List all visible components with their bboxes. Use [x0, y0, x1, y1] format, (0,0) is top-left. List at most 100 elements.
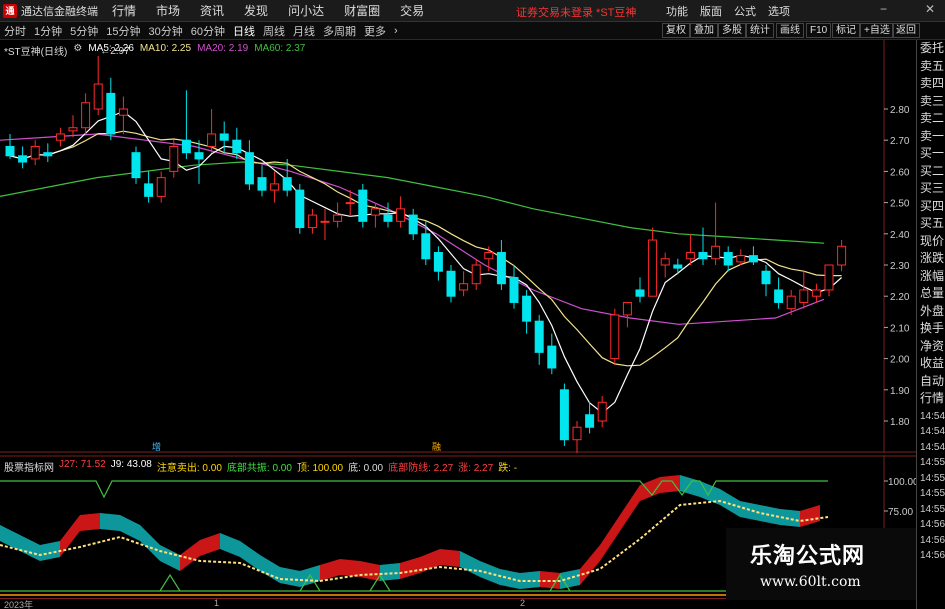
mark-button[interactable]: 标记 [832, 23, 860, 38]
right-tab-6[interactable]: 买一 [917, 145, 945, 163]
menu-discover[interactable]: 发现 [244, 2, 268, 19]
j-block-down [160, 545, 180, 571]
login-status[interactable]: 证券交易未登录 *ST豆神 [516, 4, 636, 20]
candle-up [786, 295, 796, 310]
period-5min[interactable]: 5分钟 [66, 23, 102, 39]
right-tab-25[interactable]: 14:55 [917, 470, 945, 486]
menu-options[interactable]: 选项 [768, 3, 790, 19]
period-timeshare[interactable]: 分时 [0, 23, 30, 39]
period-weekly[interactable]: 周线 [259, 23, 289, 39]
ma60-label: MA60: 2.37 [254, 43, 306, 54]
candle-up [824, 264, 834, 291]
adjust-button[interactable]: 复权 [662, 23, 690, 38]
menu-wealth[interactable]: 财富圈 [344, 2, 380, 19]
stats-button[interactable]: 统计 [746, 23, 774, 38]
menu-layout[interactable]: 版面 [700, 3, 722, 19]
period-daily[interactable]: 日线 [229, 23, 259, 39]
candle-up [169, 145, 179, 172]
menu-news[interactable]: 资讯 [200, 2, 224, 19]
candle-up [93, 83, 103, 110]
right-tab-28[interactable]: 14:56 [917, 516, 945, 532]
right-tab-20[interactable]: 行情 [917, 390, 945, 408]
j-block-down [100, 513, 120, 531]
right-tab-11[interactable]: 现价 [917, 233, 945, 251]
candle-down [43, 152, 53, 157]
right-tab-22[interactable]: 14:54 [917, 423, 945, 439]
j-block-up [60, 515, 80, 557]
right-tab-19[interactable]: 自动 [917, 373, 945, 391]
period-more[interactable]: 更多 [360, 23, 390, 39]
close-icon[interactable]: ✕ [925, 2, 935, 16]
right-tab-1[interactable]: 卖五 [917, 58, 945, 76]
candle-up [484, 252, 494, 260]
candle-down [194, 152, 204, 160]
menu-market[interactable]: 市场 [156, 2, 180, 19]
right-tab-27[interactable]: 14:55 [917, 501, 945, 517]
j-block-up [440, 549, 460, 567]
menu-function[interactable]: 功能 [666, 3, 688, 19]
candle-up [30, 145, 40, 160]
period-15min[interactable]: 15分钟 [102, 23, 144, 39]
candle-up [648, 239, 658, 297]
j-block-up [600, 515, 620, 561]
right-tab-15[interactable]: 外盘 [917, 303, 945, 321]
right-tab-17[interactable]: 净资 [917, 338, 945, 356]
menu-quotes[interactable]: 行情 [112, 2, 136, 19]
period-monthly[interactable]: 月线 [289, 23, 319, 39]
back-button[interactable]: 返回 [892, 23, 920, 38]
period-1min[interactable]: 1分钟 [30, 23, 66, 39]
menu-trade[interactable]: 交易 [400, 2, 424, 19]
right-tab-5[interactable]: 卖一 [917, 128, 945, 146]
overlay-button[interactable]: 叠加 [690, 23, 718, 38]
candle-down [723, 252, 733, 266]
candle-up [685, 252, 695, 260]
candle-up [333, 214, 343, 222]
j-block-up [580, 545, 600, 585]
candle-up [597, 401, 607, 422]
right-tab-7[interactable]: 买二 [917, 163, 945, 181]
right-tab-9[interactable]: 买四 [917, 198, 945, 216]
candle-up [837, 245, 847, 266]
candle-up [572, 426, 582, 441]
draw-line-button[interactable]: 画线 [776, 23, 804, 38]
candlestick-chart[interactable]: 2.80 2.70 2.60 2.50 2.40 2.30 2.20 2.10 2.00 1.90… [0, 40, 916, 453]
settings-gear-icon[interactable]: ⚙ [73, 43, 82, 58]
right-tab-23[interactable]: 14:54 [917, 439, 945, 455]
f10-button[interactable]: F10 [806, 23, 832, 38]
right-tab-30[interactable]: 14:56 [917, 547, 945, 563]
right-tab-12[interactable]: 涨跌 [917, 250, 945, 268]
add-watchlist-button[interactable]: +自选 [860, 23, 894, 38]
right-tab-24[interactable]: 14:55 [917, 454, 945, 470]
right-tab-0[interactable]: 委托 [917, 40, 945, 58]
candle-up [660, 258, 670, 266]
stock-title[interactable]: *ST豆神(日线) [4, 43, 67, 58]
period-60min[interactable]: 60分钟 [187, 23, 229, 39]
j9-value: J9: 43.08 [110, 459, 152, 470]
candle-up [610, 314, 620, 360]
right-tab-29[interactable]: 14:56 [917, 532, 945, 548]
right-tab-14[interactable]: 总量 [917, 285, 945, 303]
candle-up [270, 183, 280, 191]
right-tab-8[interactable]: 买三 [917, 180, 945, 198]
right-tab-10[interactable]: 买五 [917, 215, 945, 233]
candle-down [18, 155, 28, 163]
right-tab-26[interactable]: 14:55 [917, 485, 945, 501]
right-tab-3[interactable]: 卖三 [917, 93, 945, 111]
menu-ask[interactable]: 问小达 [288, 2, 324, 19]
right-tab-18[interactable]: 收益 [917, 355, 945, 373]
multi-stock-button[interactable]: 多股 [718, 23, 746, 38]
right-tab-13[interactable]: 涨幅 [917, 268, 945, 286]
right-tab-16[interactable]: 换手 [917, 320, 945, 338]
right-tab-2[interactable]: 卖四 [917, 75, 945, 93]
chevron-right-icon[interactable]: › [390, 25, 402, 37]
watermark-url: www.60lt.com [760, 574, 861, 590]
right-tab-21[interactable]: 14:54 [917, 408, 945, 424]
period-multi[interactable]: 多周期 [319, 23, 360, 39]
candle-down [408, 214, 418, 235]
indicator-name[interactable]: 股票指标网 [4, 459, 54, 474]
candle-down [383, 214, 393, 222]
right-tab-4[interactable]: 卖二 [917, 110, 945, 128]
menu-formula[interactable]: 公式 [734, 3, 756, 19]
period-30min[interactable]: 30分钟 [145, 23, 187, 39]
minimize-icon[interactable]: − [880, 2, 887, 16]
